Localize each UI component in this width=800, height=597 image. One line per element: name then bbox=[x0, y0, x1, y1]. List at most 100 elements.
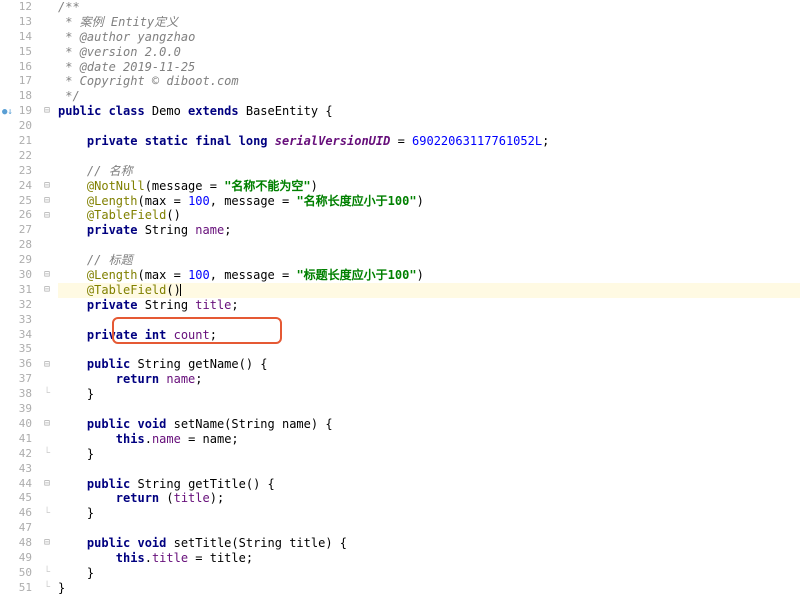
line-number[interactable]: 34 bbox=[0, 328, 32, 343]
fold-toggle-icon[interactable]: ⊟ bbox=[40, 358, 54, 373]
line-number[interactable]: 46 bbox=[0, 506, 32, 521]
line-number[interactable]: 22 bbox=[0, 149, 32, 164]
code-line[interactable]: public String getTitle() { bbox=[58, 477, 800, 492]
line-number[interactable]: 26 bbox=[0, 208, 32, 223]
code-line[interactable]: @NotNull(message = "名称不能为空") bbox=[58, 179, 800, 194]
token: } bbox=[58, 447, 94, 462]
line-number[interactable]: 50 bbox=[0, 566, 32, 581]
line-number[interactable]: 29 bbox=[0, 253, 32, 268]
line-number[interactable]: 40 bbox=[0, 417, 32, 432]
code-line[interactable]: return (title); bbox=[58, 491, 800, 506]
token: title bbox=[174, 491, 210, 506]
line-number[interactable]: 36 bbox=[0, 357, 32, 372]
line-number[interactable]: 35 bbox=[0, 342, 32, 357]
line-number[interactable]: 27 bbox=[0, 223, 32, 238]
line-number[interactable]: 12 bbox=[0, 0, 32, 15]
fold-toggle-icon[interactable]: ⊟ bbox=[40, 283, 54, 298]
code-line[interactable] bbox=[58, 462, 800, 477]
fold-column[interactable]: ⊟⊟⊟⊟⊟⊟⊟└⊟└⊟└⊟└└ bbox=[40, 0, 54, 597]
code-line[interactable]: * 案例 Entity定义 bbox=[58, 15, 800, 30]
code-line[interactable]: @TableField() bbox=[58, 283, 800, 298]
line-number[interactable]: 18 bbox=[0, 89, 32, 104]
bookmark-icon[interactable]: ●↓ bbox=[2, 105, 13, 120]
code-line[interactable]: @TableField() bbox=[58, 208, 800, 223]
code-line[interactable] bbox=[58, 521, 800, 536]
line-number[interactable]: 28 bbox=[0, 238, 32, 253]
line-number[interactable]: 24 bbox=[0, 179, 32, 194]
code-line[interactable]: * @author yangzhao bbox=[58, 30, 800, 45]
line-number[interactable]: 30 bbox=[0, 268, 32, 283]
code-line[interactable]: } bbox=[58, 566, 800, 581]
code-line[interactable]: * @date 2019-11-25 bbox=[58, 60, 800, 75]
line-number[interactable]: 37 bbox=[0, 372, 32, 387]
code-line[interactable]: public class Demo extends BaseEntity { bbox=[58, 104, 800, 119]
code-area[interactable]: /** * 案例 Entity定义 * @author yangzhao * @… bbox=[54, 0, 800, 597]
line-number[interactable]: 25 bbox=[0, 194, 32, 209]
line-number[interactable]: 48 bbox=[0, 536, 32, 551]
fold-toggle-icon[interactable]: ⊟ bbox=[40, 104, 54, 119]
fold-toggle-icon[interactable]: ⊟ bbox=[40, 477, 54, 492]
token: public bbox=[87, 357, 138, 372]
code-line[interactable] bbox=[58, 238, 800, 253]
code-line[interactable]: } bbox=[58, 581, 800, 596]
code-line[interactable]: } bbox=[58, 506, 800, 521]
code-line[interactable] bbox=[58, 402, 800, 417]
code-line[interactable]: /** bbox=[58, 0, 800, 15]
code-line[interactable]: // 名称 bbox=[58, 164, 800, 179]
code-line[interactable]: private int count; bbox=[58, 328, 800, 343]
fold-toggle-icon[interactable]: ⊟ bbox=[40, 268, 54, 283]
code-line[interactable]: public String getName() { bbox=[58, 357, 800, 372]
fold-toggle-icon[interactable]: ⊟ bbox=[40, 179, 54, 194]
line-number[interactable]: 38 bbox=[0, 387, 32, 402]
fold-toggle-icon[interactable]: ⊟ bbox=[40, 536, 54, 551]
line-number[interactable]: 45 bbox=[0, 491, 32, 506]
line-number[interactable]: 32 bbox=[0, 298, 32, 313]
code-line[interactable]: private String title; bbox=[58, 298, 800, 313]
code-line[interactable] bbox=[58, 342, 800, 357]
fold-toggle-icon[interactable]: ⊟ bbox=[40, 209, 54, 224]
line-number[interactable]: 13 bbox=[0, 15, 32, 30]
code-line[interactable]: return name; bbox=[58, 372, 800, 387]
token: * bbox=[58, 60, 80, 75]
code-line[interactable] bbox=[58, 313, 800, 328]
line-number[interactable]: 51 bbox=[0, 581, 32, 596]
token: @TableField bbox=[87, 283, 166, 298]
code-line[interactable]: this.name = name; bbox=[58, 432, 800, 447]
code-line[interactable]: private String name; bbox=[58, 223, 800, 238]
line-number[interactable]: 49 bbox=[0, 551, 32, 566]
line-number-gutter[interactable]: 1213141516171819●↓2021222324252627282930… bbox=[0, 0, 40, 597]
line-number[interactable]: 31 bbox=[0, 283, 32, 298]
code-line[interactable]: } bbox=[58, 447, 800, 462]
line-number[interactable]: 21 bbox=[0, 134, 32, 149]
line-number[interactable]: 15 bbox=[0, 45, 32, 60]
code-editor[interactable]: 1213141516171819●↓2021222324252627282930… bbox=[0, 0, 800, 597]
line-number[interactable]: 47 bbox=[0, 521, 32, 536]
code-line[interactable]: } bbox=[58, 387, 800, 402]
line-number[interactable]: 33 bbox=[0, 313, 32, 328]
line-number[interactable]: 42 bbox=[0, 447, 32, 462]
line-number[interactable]: 17 bbox=[0, 74, 32, 89]
line-number[interactable]: 41 bbox=[0, 432, 32, 447]
fold-toggle-icon[interactable]: ⊟ bbox=[40, 417, 54, 432]
code-line[interactable]: @Length(max = 100, message = "标题长度应小于100… bbox=[58, 268, 800, 283]
code-line[interactable]: */ bbox=[58, 89, 800, 104]
code-line[interactable]: @Length(max = 100, message = "名称长度应小于100… bbox=[58, 194, 800, 209]
line-number[interactable]: 20 bbox=[0, 119, 32, 134]
code-line[interactable]: * Copyright © diboot.com bbox=[58, 74, 800, 89]
code-line[interactable]: this.title = title; bbox=[58, 551, 800, 566]
line-number[interactable]: 39 bbox=[0, 402, 32, 417]
code-line[interactable]: public void setName(String name) { bbox=[58, 417, 800, 432]
code-line[interactable]: // 标题 bbox=[58, 253, 800, 268]
code-line[interactable]: public void setTitle(String title) { bbox=[58, 536, 800, 551]
code-line[interactable] bbox=[58, 119, 800, 134]
line-number[interactable]: 14 bbox=[0, 30, 32, 45]
code-line[interactable]: * @version 2.0.0 bbox=[58, 45, 800, 60]
line-number[interactable]: 43 bbox=[0, 462, 32, 477]
code-line[interactable]: private static final long serialVersionU… bbox=[58, 134, 800, 149]
token: @TableField bbox=[87, 208, 166, 223]
line-number[interactable]: 23 bbox=[0, 164, 32, 179]
fold-toggle-icon[interactable]: ⊟ bbox=[40, 194, 54, 209]
line-number[interactable]: 16 bbox=[0, 60, 32, 75]
code-line[interactable] bbox=[58, 149, 800, 164]
line-number[interactable]: 44 bbox=[0, 477, 32, 492]
